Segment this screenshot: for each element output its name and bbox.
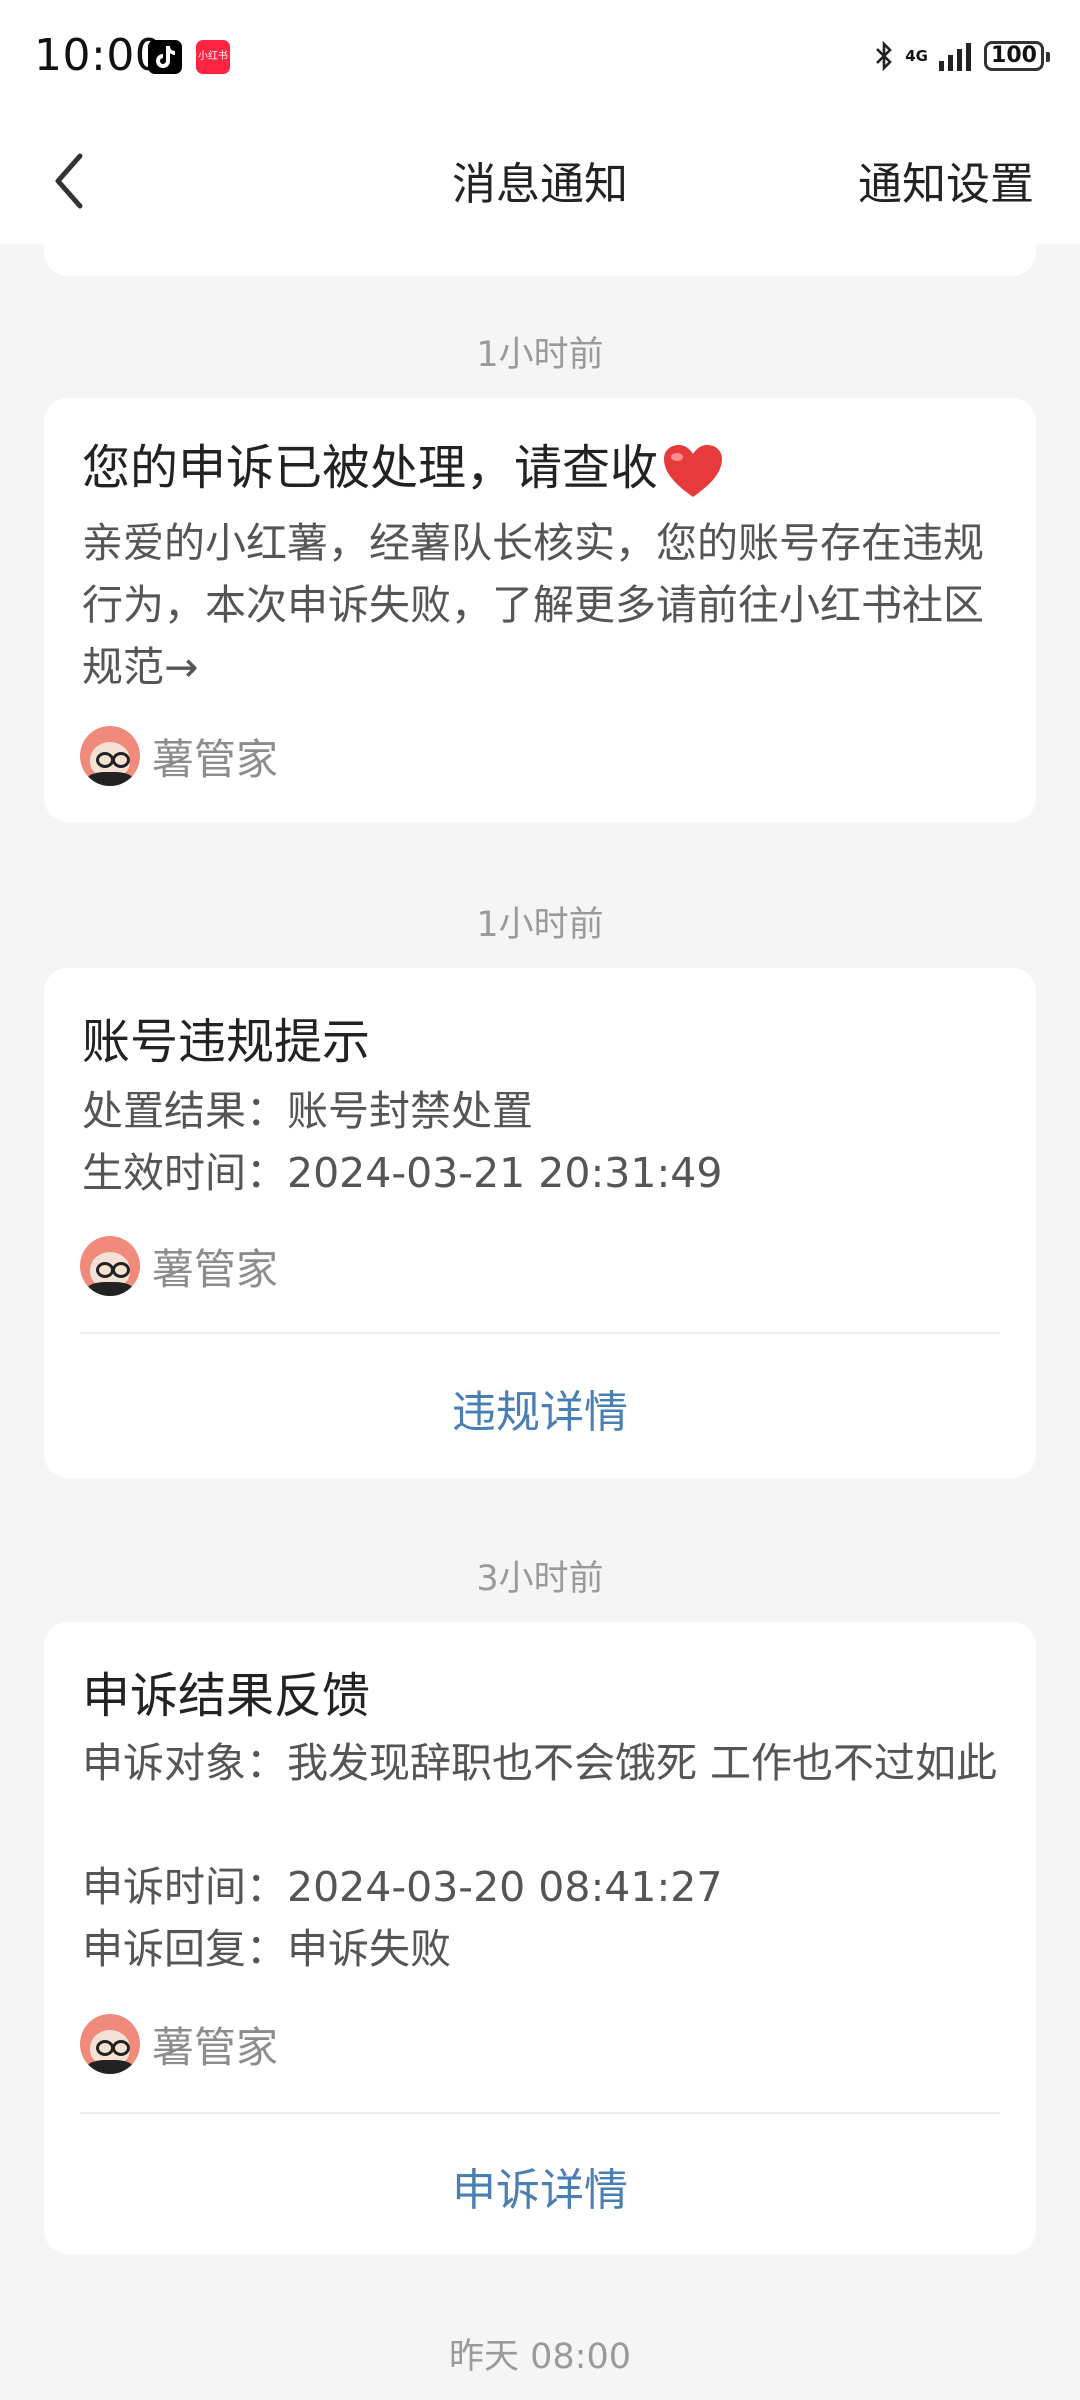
status-indicators: 4G 100 (873, 36, 1050, 76)
signal-icon (939, 43, 971, 71)
xiaohongshu-icon: 小红书 (196, 40, 230, 74)
message-line: 生效时间：2024-03-21 20:31:49 (82, 1149, 723, 1197)
sender: 薯管家 (80, 724, 278, 788)
status-time: 10:00 (34, 30, 164, 81)
bluetooth-icon (876, 40, 893, 72)
message-line: 申诉对象：我发现辞职也不会饿死 工作也不过如此 (82, 1739, 998, 1787)
sender-name: 薯管家 (152, 734, 279, 784)
network-label: 4G (905, 46, 928, 65)
message-title: 申诉结果反馈 (82, 1668, 371, 1724)
message-time: 3小时前 (476, 1559, 604, 1599)
sender: 薯管家 (80, 1234, 278, 1298)
tiktok-icon (148, 40, 182, 74)
message-time: 1小时前 (476, 335, 604, 375)
appeal-processed-card[interactable]: 您的申诉已被处理，请查收 亲爱的小红薯，经薯队长核实，您的账号存在违规行为，本次… (44, 398, 1036, 822)
heart-icon (664, 445, 723, 497)
appeal-details-button[interactable]: 申诉详情 (44, 2154, 1036, 2218)
message-line: 处置结果：账号封禁处置 (82, 1087, 533, 1135)
previous-card (44, 230, 1036, 276)
avatar (80, 2014, 140, 2074)
battery-indicator: 100 (984, 41, 1050, 71)
account-violation-card: 账号违规提示 处置结果：账号封禁处置 生效时间：2024-03-21 20:31… (44, 968, 1036, 1478)
avatar (80, 1236, 140, 1296)
sender: 薯管家 (80, 2012, 278, 2076)
notification-settings-button[interactable]: 通知设置 (858, 148, 1034, 212)
message-title-text: 您的申诉已被处理，请查收 (82, 440, 659, 496)
status-bar: 10:00 小红书 4G 100 (0, 0, 1080, 118)
divider (80, 1332, 1000, 1334)
nav-bar: 消息通知 通知设置 (0, 118, 1080, 244)
violation-details-button[interactable]: 违规详情 (44, 1376, 1036, 1440)
appeal-result-card: 申诉结果反馈 申诉对象：我发现辞职也不会饿死 工作也不过如此 申诉时间：2024… (44, 1622, 1036, 2254)
sender-name: 薯管家 (152, 2022, 279, 2072)
message-title: 您的申诉已被处理，请查收 (82, 428, 724, 499)
sender-name: 薯管家 (152, 1244, 279, 1294)
avatar (80, 726, 140, 786)
message-time: 1小时前 (476, 905, 604, 945)
divider (80, 2112, 1000, 2114)
message-body: 亲爱的小红薯，经薯队长核实，您的账号存在违规行为，本次申诉失败，了解更多请前往小… (82, 519, 984, 691)
message-title: 账号违规提示 (82, 1014, 371, 1070)
message-line: 申诉回复：申诉失败 (82, 1925, 451, 1973)
message-line: 申诉时间：2024-03-20 08:41:27 (82, 1863, 723, 1911)
message-time: 昨天 08:00 (449, 2337, 631, 2377)
